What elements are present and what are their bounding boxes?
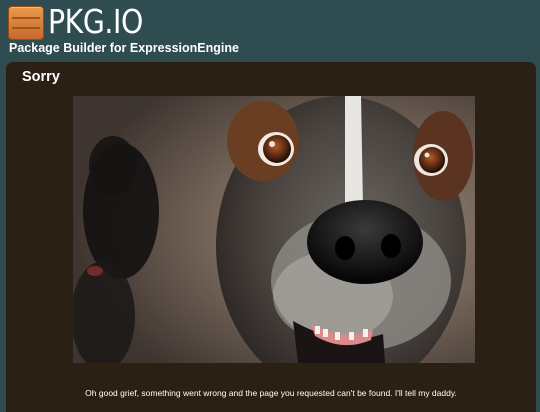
package-box-icon[interactable] [8,6,44,40]
dog-photo [73,96,475,363]
site-tagline: Package Builder for ExpressionEngine [9,41,239,55]
content-panel: Sorry Oh good grief, something went wron… [6,62,536,412]
site-header: PKG.IO Package Builder for ExpressionEng… [0,0,540,62]
dog-photo-illustration [73,96,475,363]
error-message: Oh good grief, something went wrong and … [85,388,457,398]
site-logo[interactable]: PKG.IO [48,2,143,42]
page-title: Sorry [22,69,60,85]
